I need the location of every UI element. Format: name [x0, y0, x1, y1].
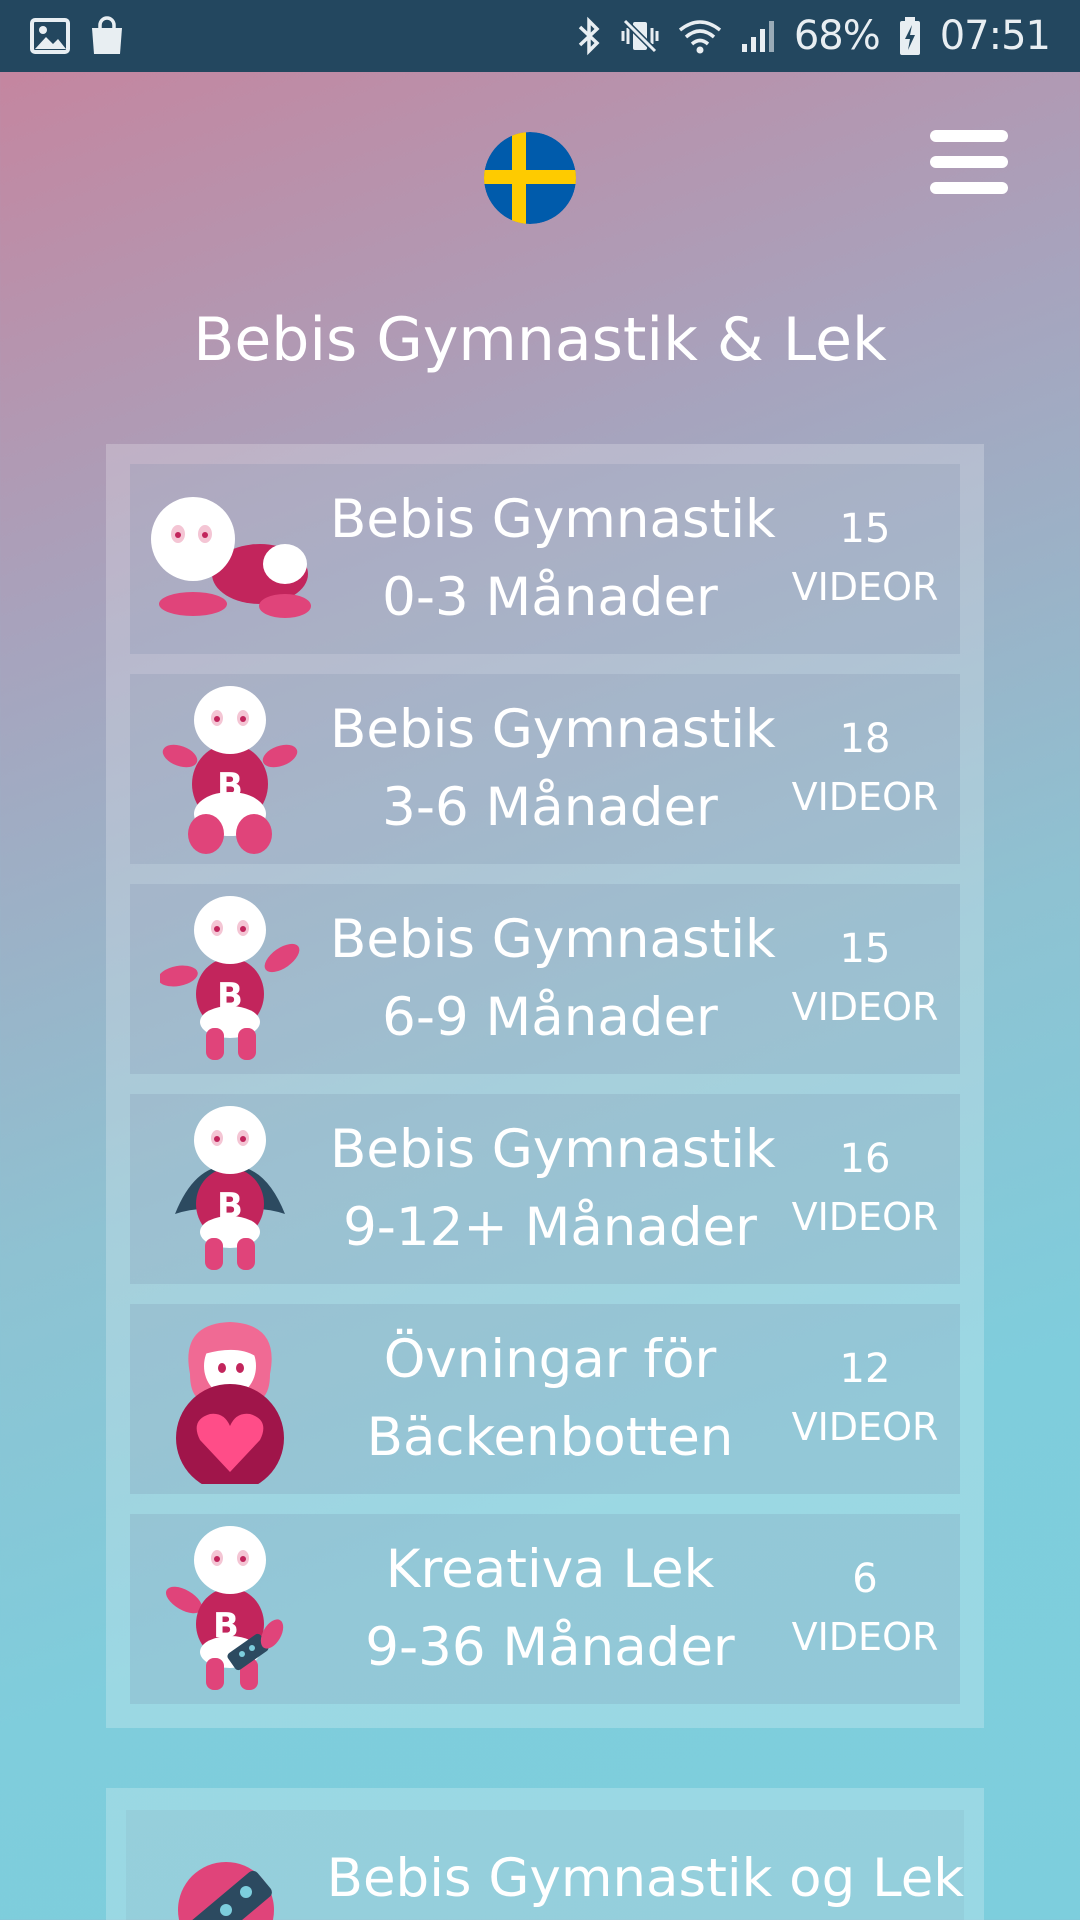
wifi-icon — [678, 18, 722, 54]
category-title: Bebis Gymnastik 0-3 Månader — [330, 489, 776, 628]
hamburger-menu-button[interactable] — [930, 130, 1008, 194]
mother-heart-icon — [130, 1304, 330, 1494]
secondary-panel: Bebis Gymnastik og Lek — [106, 1788, 984, 1920]
video-count: 6 VIDEOR — [791, 1556, 939, 1659]
category-title: Bebis Gymnastik 3-6 Månader — [330, 699, 776, 838]
battery-charging-icon — [898, 16, 922, 56]
signal-icon — [740, 18, 776, 54]
playing-baby-icon: B — [130, 1514, 330, 1704]
secondary-card[interactable]: Bebis Gymnastik og Lek — [126, 1810, 964, 1920]
svg-text:B: B — [213, 1606, 239, 1646]
category-card-0-3[interactable]: Bebis Gymnastik 0-3 Månader 15 VIDEOR — [130, 464, 960, 654]
category-card-creative-play[interactable]: B Kreativa Lek 9-36 Månader 6 VIDEOR — [130, 1514, 960, 1704]
crawling-baby-icon — [130, 464, 330, 654]
language-selector-button[interactable] — [484, 132, 576, 224]
video-count: 12 VIDEOR — [791, 1346, 939, 1449]
clock: 07:51 — [939, 13, 1051, 59]
video-count: 18 VIDEOR — [791, 716, 939, 819]
bluetooth-icon — [576, 16, 602, 56]
gallery-icon — [30, 18, 70, 54]
page-title: Bebis Gymnastik & Lek — [193, 305, 887, 375]
battery-percentage: 68% — [793, 13, 881, 59]
category-title: Bebis Gymnastik 9-12+ Månader — [330, 1119, 776, 1258]
category-title: Kreativa Lek 9-36 Månader — [365, 1539, 735, 1678]
status-bar-left — [30, 16, 126, 56]
superhero-baby-icon: B — [130, 1094, 330, 1284]
category-list: Bebis Gymnastik 0-3 Månader 15 VIDEOR B … — [106, 444, 984, 1728]
video-count: 15 VIDEOR — [791, 926, 939, 1029]
status-bar-right: 68% 07:51 — [576, 13, 1051, 59]
sitting-baby-icon: B — [130, 674, 330, 864]
category-card-9-12[interactable]: B Bebis Gymnastik 9-12+ Månader 16 VIDEO… — [130, 1094, 960, 1284]
category-title: Bebis Gymnastik 6-9 Månader — [330, 909, 776, 1048]
video-count: 16 VIDEOR — [791, 1136, 939, 1239]
ball-icon — [126, 1810, 327, 1920]
video-count: 15 VIDEOR — [791, 506, 939, 609]
svg-text:B: B — [217, 976, 243, 1016]
shopping-bag-icon — [88, 16, 126, 56]
standing-baby-icon: B — [130, 884, 330, 1074]
sweden-flag-icon — [484, 132, 576, 224]
secondary-card-title: Bebis Gymnastik og Lek — [326, 1848, 964, 1909]
category-card-3-6[interactable]: B Bebis Gymnastik 3-6 Månader 18 VIDEOR — [130, 674, 960, 864]
category-card-6-9[interactable]: B Bebis Gymnastik 6-9 Månader 15 VIDEOR — [130, 884, 960, 1074]
category-card-pelvic-floor[interactable]: Övningar för Bäckenbotten 12 VIDEOR — [130, 1304, 960, 1494]
status-bar: 68% 07:51 — [0, 0, 1080, 72]
svg-text:B: B — [217, 1186, 243, 1226]
hamburger-menu-icon — [930, 130, 1008, 142]
category-title: Övningar för Bäckenbotten — [366, 1329, 734, 1468]
svg-text:B: B — [217, 766, 243, 806]
vibrate-mute-icon — [620, 16, 660, 56]
